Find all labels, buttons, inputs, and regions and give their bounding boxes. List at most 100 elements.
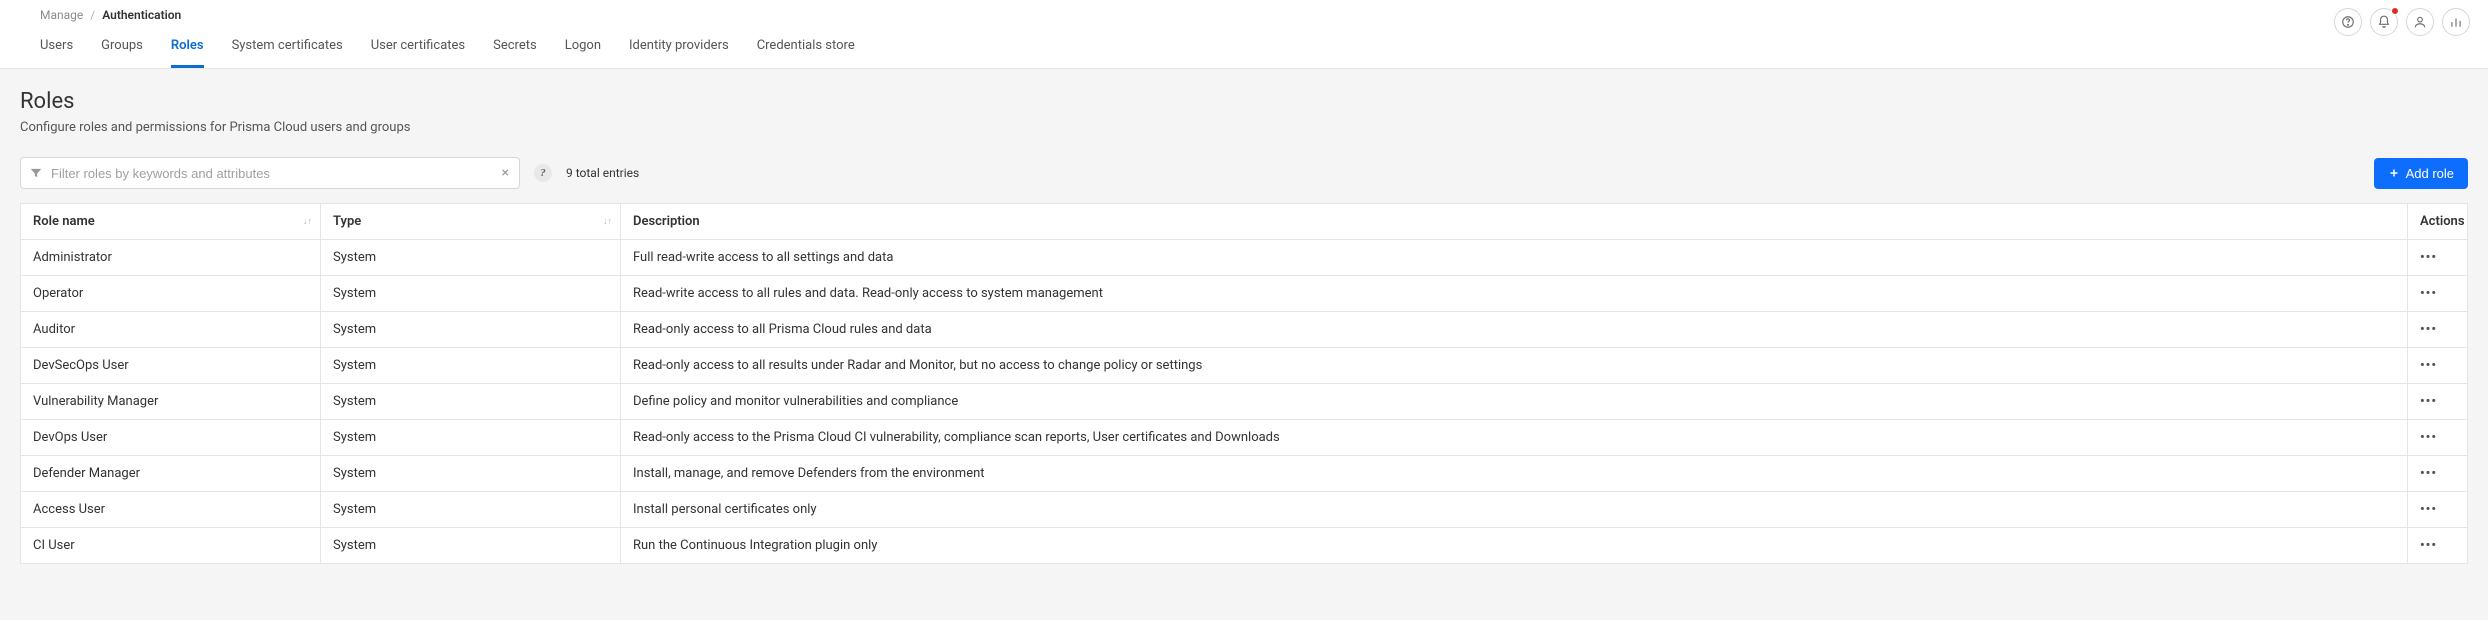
tab-logon[interactable]: Logon (565, 28, 601, 68)
filter-box[interactable]: × (20, 157, 520, 189)
role-type-cell: System (321, 276, 621, 312)
row-actions-menu-icon[interactable]: ••• (2420, 430, 2437, 445)
role-description-cell: Install personal certificates only (621, 492, 2408, 528)
row-actions-cell: ••• (2408, 456, 2468, 492)
table-row[interactable]: Access UserSystemInstall personal certif… (21, 492, 2468, 528)
user-icon[interactable] (2406, 8, 2434, 36)
role-description-cell: Read-write access to all rules and data.… (621, 276, 2408, 312)
breadcrumb: Manage / Authentication (18, 4, 855, 28)
role-name-cell: DevOps User (21, 420, 321, 456)
role-name-cell: Vulnerability Manager (21, 384, 321, 420)
add-role-button-label: Add role (2406, 166, 2454, 181)
column-header-name[interactable]: Role name ↓↑ (21, 204, 321, 240)
toolbar-left: × ? 9 total entries (20, 157, 639, 189)
row-actions-cell: ••• (2408, 420, 2468, 456)
table-row[interactable]: Vulnerability ManagerSystemDefine policy… (21, 384, 2468, 420)
analytics-icon[interactable] (2442, 8, 2470, 36)
clear-filter-icon[interactable]: × (500, 165, 511, 181)
tab-secrets[interactable]: Secrets (493, 28, 537, 68)
add-role-button[interactable]: Add role (2374, 158, 2468, 189)
row-actions-cell: ••• (2408, 276, 2468, 312)
notifications-icon[interactable] (2370, 8, 2398, 36)
role-name-cell: Auditor (21, 312, 321, 348)
table-row[interactable]: AuditorSystemRead-only access to all Pri… (21, 312, 2468, 348)
toolbar: × ? 9 total entries Add role (20, 157, 2468, 189)
role-description-cell: Install, manage, and remove Defenders fr… (621, 456, 2408, 492)
tab-roles[interactable]: Roles (171, 28, 204, 68)
plus-icon (2388, 167, 2400, 179)
tab-users[interactable]: Users (40, 28, 73, 68)
tab-identity-providers[interactable]: Identity providers (629, 28, 729, 68)
role-name-cell: DevSecOps User (21, 348, 321, 384)
row-actions-menu-icon[interactable]: ••• (2420, 538, 2437, 553)
topbar-icon-group (2334, 4, 2470, 36)
topbar: Manage / Authentication Users Groups Roles… (0, 0, 2488, 69)
table-row[interactable]: OperatorSystemRead-write access to all r… (21, 276, 2468, 312)
breadcrumb-current: Authentication (102, 8, 181, 22)
column-header-description-label: Description (633, 214, 700, 229)
breadcrumb-separator-icon: / (86, 8, 99, 22)
role-description-cell: Run the Continuous Integration plugin on… (621, 528, 2408, 564)
role-type-cell: System (321, 384, 621, 420)
row-actions-cell: ••• (2408, 492, 2468, 528)
row-actions-cell: ••• (2408, 528, 2468, 564)
row-actions-cell: ••• (2408, 240, 2468, 276)
table-header-row: Role name ↓↑ Type ↓↑ Description Actions (21, 204, 2468, 240)
role-name-cell: Access User (21, 492, 321, 528)
row-actions-menu-icon[interactable]: ••• (2420, 322, 2437, 337)
role-type-cell: System (321, 528, 621, 564)
role-name-cell: CI User (21, 528, 321, 564)
role-description-cell: Define policy and monitor vulnerabilitie… (621, 384, 2408, 420)
column-header-name-label: Role name (33, 214, 95, 229)
role-type-cell: System (321, 456, 621, 492)
table-row[interactable]: CI UserSystemRun the Continuous Integrat… (21, 528, 2468, 564)
row-actions-menu-icon[interactable]: ••• (2420, 466, 2437, 481)
roles-table: Role name ↓↑ Type ↓↑ Description Actions… (20, 203, 2468, 564)
column-header-type-label: Type (333, 214, 361, 229)
entries-count: 9 total entries (566, 166, 639, 180)
row-actions-menu-icon[interactable]: ••• (2420, 250, 2437, 265)
row-actions-cell: ••• (2408, 348, 2468, 384)
role-type-cell: System (321, 240, 621, 276)
breadcrumb-root[interactable]: Manage (40, 8, 83, 22)
role-description-cell: Full read-write access to all settings a… (621, 240, 2408, 276)
column-header-description[interactable]: Description (621, 204, 2408, 240)
row-actions-cell: ••• (2408, 384, 2468, 420)
page-title: Roles (20, 89, 2468, 114)
role-type-cell: System (321, 492, 621, 528)
role-type-cell: System (321, 420, 621, 456)
filter-icon (29, 166, 43, 180)
role-name-cell: Operator (21, 276, 321, 312)
row-actions-menu-icon[interactable]: ••• (2420, 394, 2437, 409)
role-name-cell: Defender Manager (21, 456, 321, 492)
tab-user-certificates[interactable]: User certificates (371, 28, 465, 68)
role-name-cell: Administrator (21, 240, 321, 276)
table-row[interactable]: AdministratorSystemFull read-write acces… (21, 240, 2468, 276)
tab-bar: Users Groups Roles System certificates User … (18, 28, 855, 68)
main-content: Roles Configure roles and permissions fo… (0, 69, 2488, 620)
role-type-cell: System (321, 312, 621, 348)
column-header-type[interactable]: Type ↓↑ (321, 204, 621, 240)
topbar-left: Manage / Authentication Users Groups Roles… (18, 4, 855, 68)
row-actions-menu-icon[interactable]: ••• (2420, 358, 2437, 373)
row-actions-menu-icon[interactable]: ••• (2420, 286, 2437, 301)
tab-credentials-store[interactable]: Credentials store (757, 28, 855, 68)
filter-info-icon[interactable]: ? (534, 164, 552, 182)
sort-icon[interactable]: ↓↑ (303, 218, 312, 226)
role-description-cell: Read-only access to all Prisma Cloud rul… (621, 312, 2408, 348)
notification-dot-icon (2391, 7, 2399, 15)
table-row[interactable]: Defender ManagerSystemInstall, manage, a… (21, 456, 2468, 492)
role-description-cell: Read-only access to the Prisma Cloud CI … (621, 420, 2408, 456)
table-row[interactable]: DevSecOps UserSystemRead-only access to … (21, 348, 2468, 384)
tab-groups[interactable]: Groups (101, 28, 143, 68)
role-type-cell: System (321, 348, 621, 384)
filter-input[interactable] (43, 166, 500, 181)
sort-icon[interactable]: ↓↑ (603, 218, 612, 226)
role-description-cell: Read-only access to all results under Ra… (621, 348, 2408, 384)
tab-system-certificates[interactable]: System certificates (232, 28, 343, 68)
row-actions-menu-icon[interactable]: ••• (2420, 502, 2437, 517)
help-icon[interactable] (2334, 8, 2362, 36)
page-subtitle: Configure roles and permissions for Pris… (20, 120, 2468, 135)
table-row[interactable]: DevOps UserSystemRead-only access to the… (21, 420, 2468, 456)
row-actions-cell: ••• (2408, 312, 2468, 348)
